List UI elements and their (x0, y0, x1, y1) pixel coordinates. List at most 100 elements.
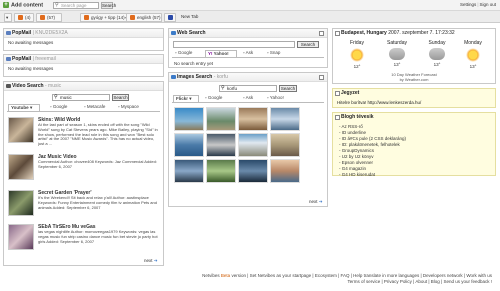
image-thumbnail[interactable] (206, 159, 236, 183)
cloud-rain-icon (429, 48, 445, 60)
video-description: Commercial Author: chovee408 Keywords: J… (38, 160, 157, 169)
tab-flickr[interactable]: Flickr ▾ (173, 95, 199, 102)
new-tab[interactable]: New Tab (178, 13, 210, 22)
page-icon: ▫ (243, 95, 245, 100)
image-thumbnail[interactable] (270, 159, 300, 183)
add-content-button[interactable]: + Add content (3, 2, 43, 8)
tab-google[interactable]: ▫ Google (173, 50, 203, 57)
tab-label: Yahoo! (213, 51, 229, 56)
video-result[interactable]: Jaz Music Video Commercial Author: chove… (8, 154, 158, 190)
tab-1[interactable]: (4) (14, 13, 34, 22)
tab-5[interactable] (164, 13, 176, 22)
image-thumbnail[interactable] (174, 133, 204, 157)
tab-label: Yahoo! (269, 95, 284, 100)
video-search-input[interactable]: ⚲ music (52, 94, 110, 101)
weather-provider: by Weather.com (399, 77, 429, 82)
page-icon: ▫ (267, 95, 269, 100)
checkbox[interactable] (319, 31, 324, 36)
web-search-button[interactable]: Search (297, 41, 319, 48)
note-text[interactable]: Hitelre borítva! http://www.lenkeszerda.… (337, 100, 421, 105)
tab-ask[interactable]: ▫ Ask (241, 95, 261, 102)
checkbox[interactable] (319, 75, 324, 80)
widget-header[interactable]: PopMail | KNU2DE5X2A (4, 29, 163, 38)
checkbox[interactable] (335, 31, 340, 36)
plus-icon: + (3, 2, 9, 8)
video-icon (6, 84, 11, 88)
widget-title: Images Search (177, 74, 213, 80)
next-link[interactable]: next ➔ (144, 258, 158, 264)
tab-myspace[interactable]: ▫ Myspace (116, 104, 148, 111)
page-search-button[interactable]: Search (101, 2, 116, 9)
next-link[interactable]: next ➔ (309, 199, 323, 205)
day-temp: 13° (433, 62, 441, 67)
weather-day: Sunday 13° (417, 40, 457, 67)
web-search-input[interactable] (173, 41, 295, 48)
tab-yahoo[interactable]: ▫ Yahoo! (265, 95, 293, 102)
widget-title: Jegyzet (341, 90, 360, 96)
widget-subtitle: - korfu (213, 74, 228, 80)
tab-4[interactable]: english (57) (126, 13, 162, 22)
widget-header[interactable]: Web Search (169, 29, 327, 38)
tab-menu[interactable]: ▾ (4, 13, 12, 22)
images-search-value: korfu (227, 86, 238, 91)
video-search-button[interactable]: Search (112, 94, 129, 101)
page-icon: ▫ (84, 104, 86, 109)
page-search-input[interactable]: ⚲ Search page (53, 2, 99, 9)
top-bar: + Add content ⚲ Search page Search Setting… (0, 0, 500, 11)
image-thumbnail[interactable] (238, 107, 268, 131)
settings-link[interactable]: Settings (460, 2, 476, 7)
blog-item[interactable]: - G4 HD kiserudat (333, 172, 495, 178)
image-thumbnail[interactable] (270, 133, 300, 157)
search-icon: ⚲ (55, 2, 59, 8)
brand-link[interactable]: Netvibes (202, 273, 220, 278)
tab-3[interactable]: gyógy + tipp (14)▾ (80, 13, 130, 22)
weather-header[interactable]: Budapest, Hungary 2007. szeptember 7. 17… (333, 29, 495, 38)
image-thumbnail[interactable] (206, 107, 236, 131)
widget-header[interactable]: Images Search - korfu (169, 73, 327, 82)
popmail-widget-1: PopMail | KNU2DE5X2A No awaiting message… (3, 28, 164, 51)
images-search-input[interactable]: ⚲ korfu (219, 85, 277, 92)
chevron-down-icon: ▾ (29, 105, 33, 110)
checkbox[interactable] (335, 115, 340, 120)
video-result[interactable]: Skins: Wild World At the last part of se… (8, 117, 158, 153)
weather-widget: Budapest, Hungary 2007. szeptember 7. 17… (332, 28, 496, 84)
video-thumbnail[interactable] (8, 190, 34, 216)
video-thumbnail[interactable] (8, 154, 34, 180)
ask-icon: ▫ (243, 50, 245, 55)
blog-header[interactable]: Blogh tévesik (333, 113, 495, 122)
image-thumbnail[interactable] (174, 159, 204, 183)
image-thumbnail[interactable] (174, 107, 204, 131)
video-result[interactable]: Secret Garden 'Prayer' It's the Weekend!… (8, 190, 158, 226)
video-thumbnail[interactable] (8, 224, 34, 250)
day-name: Friday (350, 40, 364, 46)
tab-label: Youtube (11, 105, 29, 110)
tab-snap[interactable]: ▫ Snap (265, 50, 293, 57)
notes-header[interactable]: Jegyzet (333, 89, 495, 98)
tab-google[interactable]: ▫ Google (203, 95, 233, 102)
image-thumbnail[interactable] (238, 159, 268, 183)
sun-icon (350, 48, 364, 62)
weather-day: Friday 12° (337, 40, 377, 69)
checkbox[interactable] (335, 91, 340, 96)
tab-label: Snap (269, 50, 281, 55)
tab-ask[interactable]: ▫ Ask (241, 50, 261, 57)
footer-line-2[interactable]: Terms of service | Privacy Policy | Abou… (0, 279, 493, 285)
sign-out-link[interactable]: Sign out (479, 2, 496, 7)
tab-label: Google (177, 50, 193, 55)
tab-metacafe[interactable]: ▫ Metacafe (82, 104, 114, 111)
widget-header[interactable]: PopMail | freeemail (4, 55, 163, 64)
snap-icon: ▫ (267, 50, 269, 55)
tab-google[interactable]: ▫ Google (48, 104, 78, 111)
tab-label: Flickr (176, 96, 189, 101)
widget-header[interactable]: Video Search - music (4, 82, 163, 91)
video-result[interactable]: SEbA TirSEro Mu veGas las vegas nightlif… (8, 224, 158, 260)
image-thumbnail[interactable] (238, 133, 268, 157)
images-search-button[interactable]: Search (279, 85, 297, 92)
tab-2[interactable]: (57) (36, 13, 62, 22)
image-thumbnail[interactable] (206, 133, 236, 157)
footer-links[interactable]: version | Set Netvibes as your startpage… (231, 273, 492, 278)
tab-yahoo[interactable]: Y! Yahoo! (205, 50, 237, 57)
video-thumbnail[interactable] (8, 117, 34, 143)
image-thumbnail[interactable] (270, 107, 300, 131)
tab-youtube[interactable]: Youtube ▾ (8, 104, 40, 111)
